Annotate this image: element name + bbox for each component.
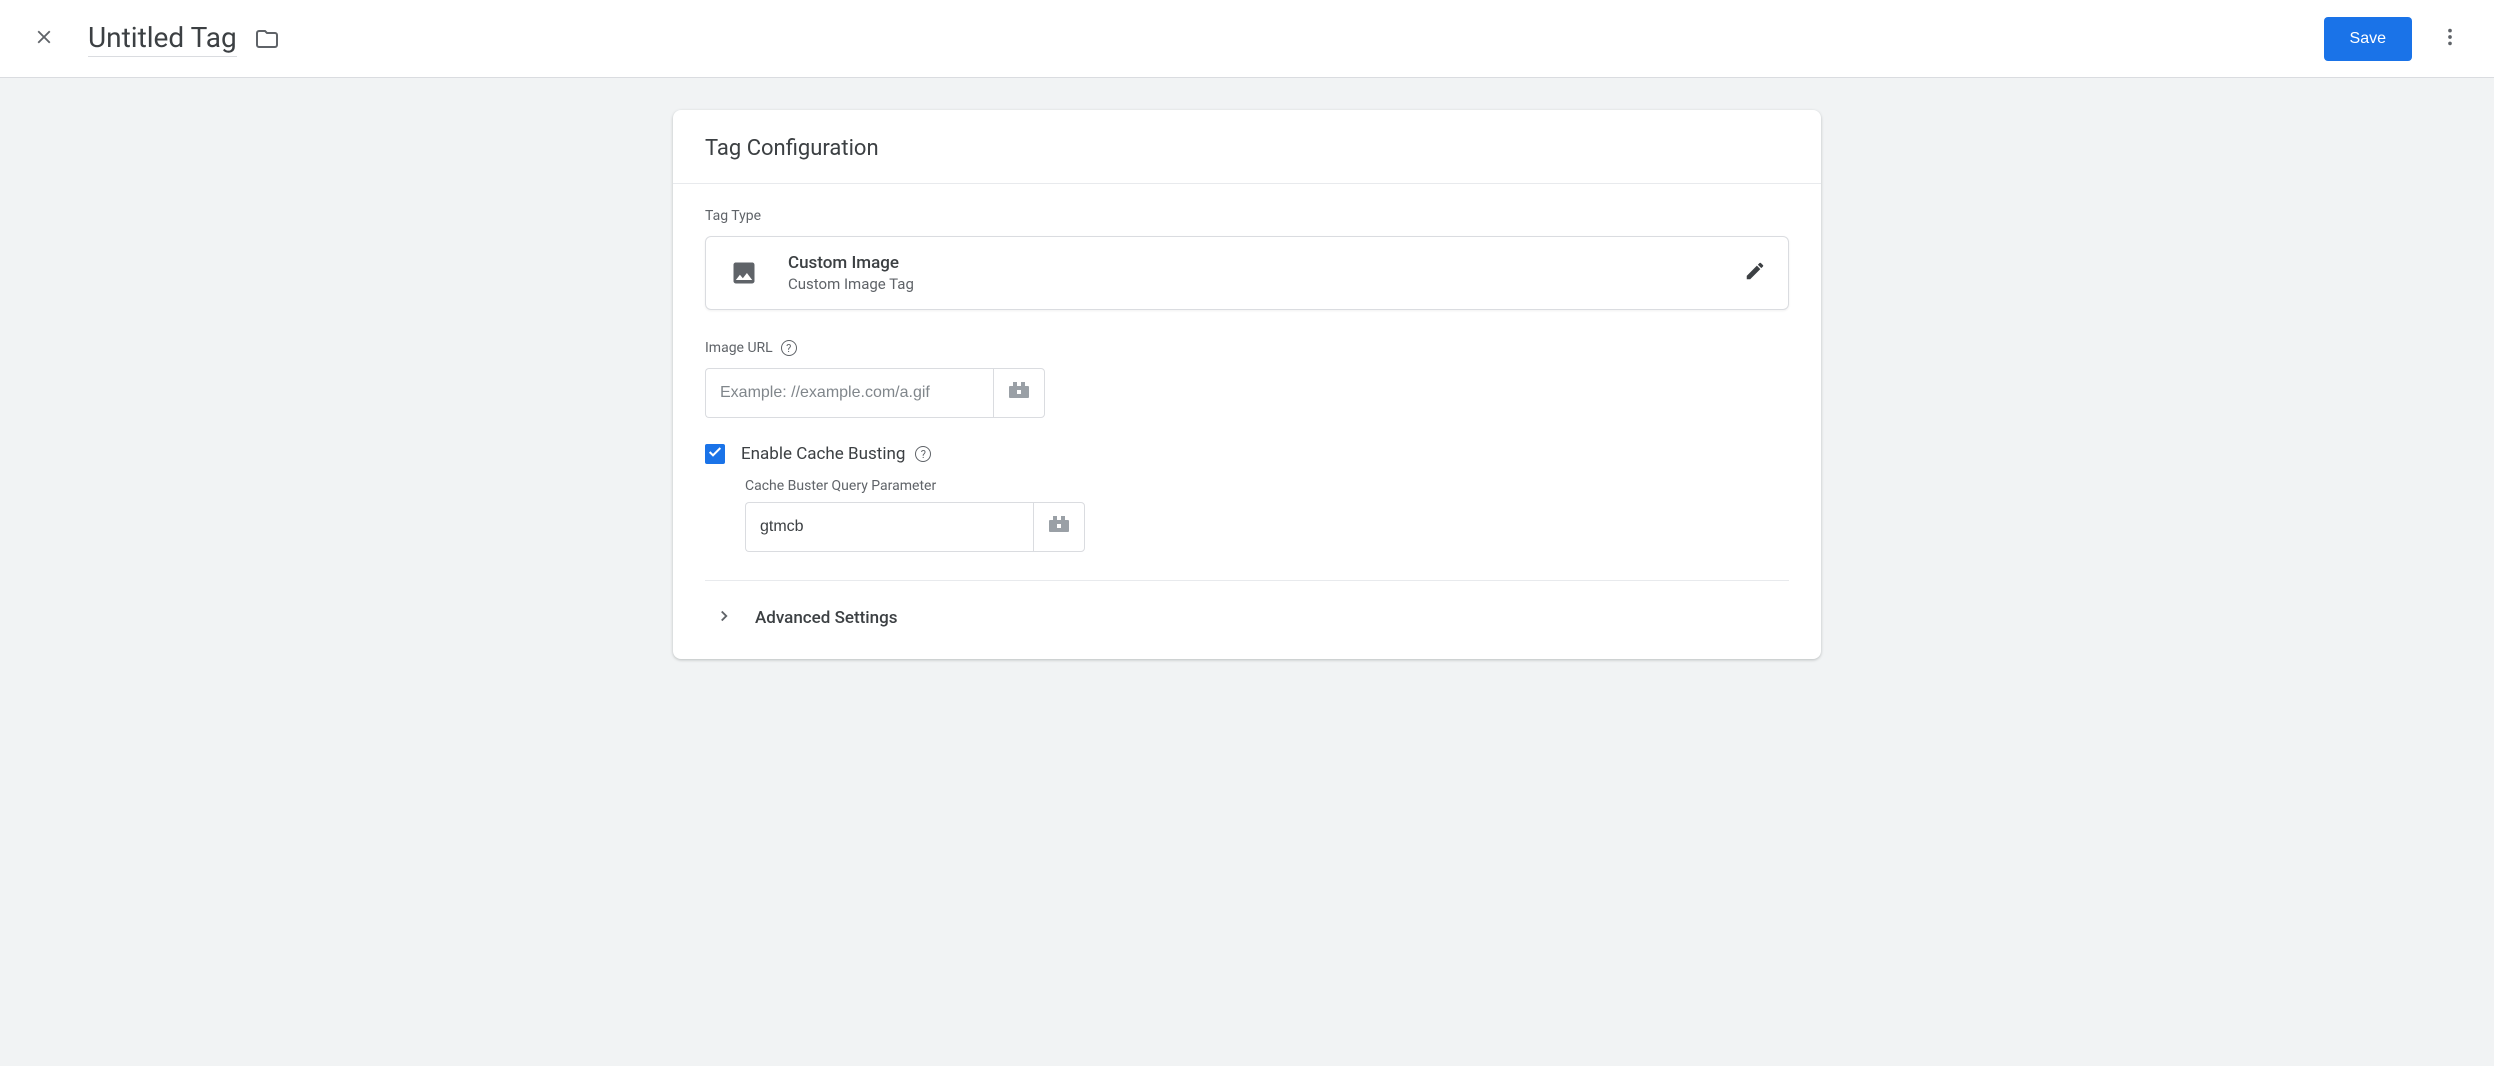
tag-name-input[interactable]: Untitled Tag (88, 21, 237, 57)
tag-type-label: Tag Type (705, 208, 1789, 224)
help-icon[interactable]: ? (781, 340, 797, 356)
save-button[interactable]: Save (2324, 17, 2412, 61)
tag-config-card: Tag Configuration Tag Type Custom Image … (673, 110, 1821, 659)
folder-icon[interactable] (255, 27, 279, 51)
cache-busting-label-text: Enable Cache Busting (741, 444, 905, 464)
more-vert-icon (2439, 26, 2461, 52)
tag-type-text: Custom Image Custom Image Tag (788, 253, 1744, 293)
edit-icon (1744, 260, 1766, 286)
help-icon[interactable]: ? (915, 446, 931, 462)
chevron-right-icon (715, 607, 733, 629)
variable-picker-button[interactable] (993, 368, 1045, 418)
card-title: Tag Configuration (705, 136, 1789, 161)
cache-busting-checkbox[interactable] (705, 444, 725, 464)
title-area: Untitled Tag (88, 21, 2324, 57)
close-button[interactable] (24, 19, 64, 59)
tag-type-selector[interactable]: Custom Image Custom Image Tag (705, 236, 1789, 310)
image-url-input[interactable] (705, 368, 993, 418)
close-icon (33, 26, 55, 52)
tag-type-subtitle: Custom Image Tag (788, 275, 1744, 293)
card-header: Tag Configuration (673, 110, 1821, 184)
image-icon (728, 257, 760, 289)
image-url-label-text: Image URL (705, 340, 773, 356)
variable-picker-button[interactable] (1033, 502, 1085, 552)
cache-param-input[interactable] (745, 502, 1033, 552)
more-menu-button[interactable] (2430, 19, 2470, 59)
advanced-settings-toggle[interactable]: Advanced Settings (705, 581, 1789, 659)
image-url-label: Image URL ? (705, 340, 1789, 356)
cache-busting-label: Enable Cache Busting ? (741, 444, 931, 464)
check-icon (707, 444, 723, 464)
advanced-settings-label: Advanced Settings (755, 608, 897, 628)
page-body: Tag Configuration Tag Type Custom Image … (0, 78, 2494, 1066)
tag-type-name: Custom Image (788, 253, 1744, 273)
variable-icon (1047, 516, 1071, 538)
variable-icon (1007, 382, 1031, 404)
dialog-header: Untitled Tag Save (0, 0, 2494, 78)
cache-param-label: Cache Buster Query Parameter (745, 478, 1789, 494)
